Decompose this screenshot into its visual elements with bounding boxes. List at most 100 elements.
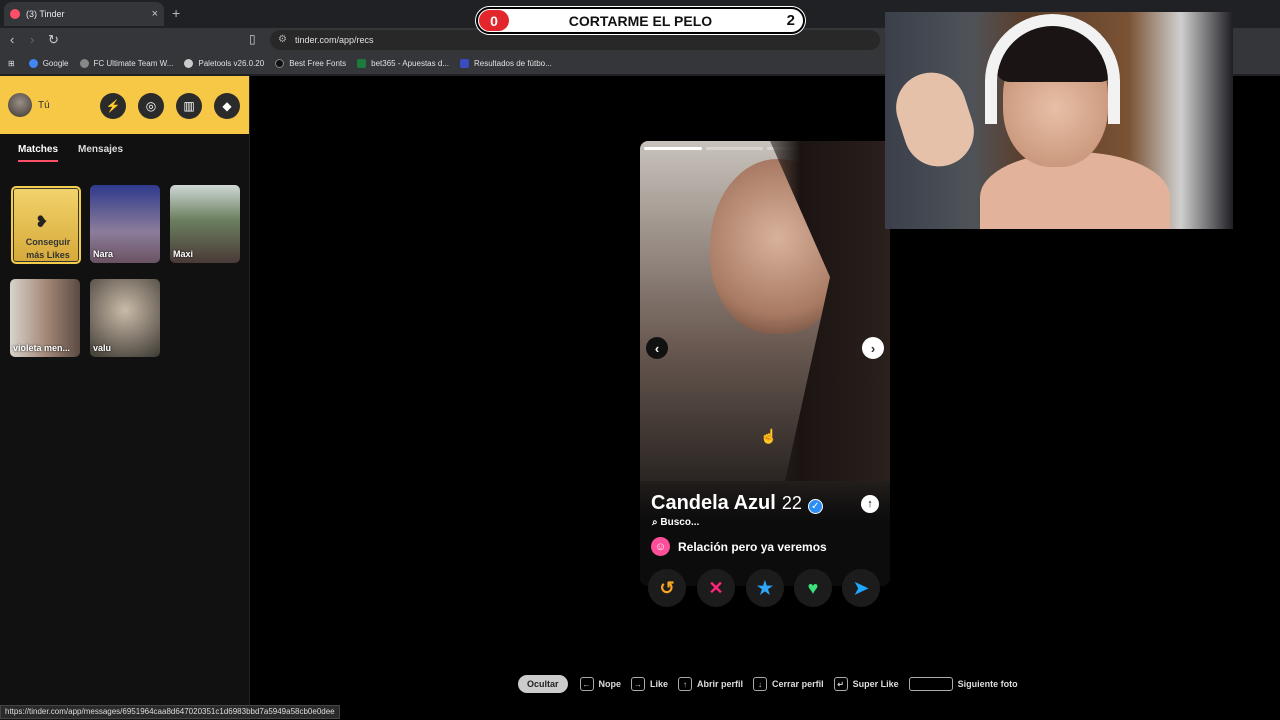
match-name: Nara: [93, 249, 114, 259]
star-icon: ★: [756, 577, 774, 598]
hint-label: Cerrar perfil: [772, 679, 824, 689]
super-like-button[interactable]: ★: [746, 569, 784, 607]
match-tile[interactable]: valu: [90, 279, 160, 357]
webcam-hand: [887, 63, 983, 176]
bookmark-label: bet365 - Apuestas d...: [371, 58, 449, 68]
photo-indicator: [644, 147, 702, 150]
hint-open-profile: ↑ Abrir perfil: [678, 677, 743, 691]
new-tab-button[interactable]: +: [172, 5, 180, 21]
tab-matches[interactable]: Matches: [18, 144, 59, 162]
match-name: violeta men...: [13, 343, 71, 353]
bet365-icon: [357, 58, 367, 68]
match-tile[interactable]: violeta men...: [10, 279, 80, 357]
looking-for-label: ⌕ Busco...: [652, 517, 699, 528]
sidebar-header: Tú ⚡ ◎ ▥ ◆: [0, 76, 249, 134]
hint-like: → Like: [631, 677, 668, 691]
hint-label: Abrir perfil: [697, 679, 744, 689]
verified-badge-icon: ✓: [807, 499, 823, 514]
bookmark-fc-ultimate[interactable]: FC Ultimate Team W...: [79, 58, 174, 68]
like-button[interactable]: ♥: [794, 569, 832, 607]
bookmark-best-free-fonts[interactable]: Best Free Fonts: [275, 58, 347, 68]
back-icon[interactable]: ‹: [10, 32, 14, 47]
bookmark-bet365[interactable]: bet365 - Apuestas d...: [357, 58, 449, 68]
forward-icon[interactable]: ›: [30, 32, 34, 47]
hint-nope: ← Nope: [579, 677, 622, 691]
header-buttons: ⚡ ◎ ▥ ◆: [100, 93, 240, 119]
hint-super-like: ↵ Super Like: [833, 677, 899, 691]
google-icon: [28, 58, 38, 68]
relationship-text: Relación pero ya veremos: [678, 539, 827, 554]
site-info-icon[interactable]: ⚙: [278, 34, 287, 45]
heart-eyes-icon: ☺: [651, 537, 670, 556]
boost-send-button[interactable]: ➤: [842, 569, 880, 607]
previous-photo-button[interactable]: ‹: [646, 337, 668, 359]
match-tile[interactable]: Nara: [90, 185, 160, 263]
briefcase-icon: ▥: [183, 99, 195, 113]
browser-tab[interactable]: (3) Tinder ×: [4, 2, 164, 26]
enter-key-icon: ↵: [833, 677, 848, 691]
hint-next-photo: Siguiente foto: [908, 677, 1018, 691]
arrow-up-icon: ↑: [867, 498, 873, 510]
space-key-icon: [908, 677, 953, 691]
avatar[interactable]: [8, 93, 32, 117]
photo-indicator: [705, 147, 763, 150]
paper-plane-icon: ➤: [853, 577, 869, 598]
tab-messages[interactable]: Mensajes: [78, 144, 123, 162]
tab-close-icon[interactable]: ×: [152, 8, 158, 20]
reload-icon[interactable]: ↻: [48, 32, 59, 48]
sidebar: Tú ⚡ ◎ ▥ ◆ Matches Mensajes ❥ Conseguir …: [0, 76, 250, 720]
left-counter: 0: [479, 10, 509, 31]
arrow-up-key-icon: ↑: [678, 677, 693, 691]
arrow-left-key-icon: ←: [579, 677, 594, 691]
hide-hints-button[interactable]: Ocultar: [518, 675, 568, 693]
bookmark-resultados[interactable]: Resultados de fútbo...: [459, 58, 552, 68]
lightning-icon: ⚡: [105, 99, 121, 113]
passport-button[interactable]: ▥: [176, 93, 202, 119]
url-text: tinder.com/app/recs: [295, 35, 374, 45]
name-line: Candela Azul 22 ✓: [651, 492, 823, 515]
mouse-cursor-icon: ☝: [760, 428, 778, 444]
get-more-likes-tile[interactable]: ❥ Conseguir más Likes: [11, 186, 81, 264]
match-tile[interactable]: Maxi: [170, 185, 240, 263]
chevron-right-icon: ›: [870, 340, 876, 356]
looking-for-text: Busco...: [660, 517, 700, 528]
hint-close-profile: ↓ Cerrar perfil: [753, 677, 824, 691]
safety-button[interactable]: ◆: [214, 93, 240, 119]
fonts-icon: [275, 58, 285, 68]
apps-grid-icon[interactable]: ⊞: [8, 59, 15, 68]
user-label[interactable]: Tú: [38, 100, 50, 111]
bookmark-label: Resultados de fútbo...: [473, 58, 552, 68]
bookmark-label: Best Free Fonts: [289, 58, 347, 68]
compass-icon: ◎: [145, 99, 157, 113]
globe-icon: [79, 58, 89, 68]
results-icon: [459, 58, 469, 68]
profile-name: Candela Azul: [651, 492, 776, 514]
heart-icon: ♥: [807, 577, 819, 598]
status-bar-url: https://tinder.com/app/messages/6951964c…: [0, 705, 340, 719]
nope-button[interactable]: ✕: [697, 569, 735, 607]
keyboard-hints: Ocultar ← Nope → Like ↑ Abrir perfil ↓ Cerra…: [518, 674, 1028, 694]
boost-button[interactable]: ⚡: [100, 93, 126, 119]
open-profile-button[interactable]: ↑: [861, 495, 879, 513]
arrow-right-key-icon: →: [631, 677, 646, 691]
rewind-button[interactable]: ↺: [648, 569, 686, 607]
next-photo-button[interactable]: ›: [862, 337, 884, 359]
hearts-icon: ❥: [35, 214, 49, 231]
action-buttons: ↺ ✕ ★ ♥ ➤: [640, 566, 890, 610]
bookmark-label: FC Ultimate Team W...: [93, 58, 174, 68]
bookmark-paletools[interactable]: Paletools v26.0.20: [184, 58, 264, 68]
profile-card[interactable]: ‹ › Candela Azul 22 ✓ ↑ ⌕ Busco... ☺ Rel…: [640, 141, 890, 586]
relationship-goal: ☺ Relación pero ya veremos: [651, 537, 827, 556]
chevron-left-icon: ‹: [654, 340, 660, 356]
tinder-favicon-icon: [10, 9, 20, 19]
explore-button[interactable]: ◎: [138, 93, 164, 119]
hint-label: Siguiente foto: [957, 679, 1018, 689]
bookmark-google[interactable]: Google: [28, 58, 69, 68]
match-name: valu: [93, 343, 112, 353]
bookmark-star-icon[interactable]: ▯: [249, 32, 256, 46]
x-icon: ✕: [708, 577, 724, 598]
headphones-icon: [985, 14, 1120, 124]
hint-label: Nope: [598, 679, 622, 689]
challenge-label: CORTARME EL PELO: [568, 12, 713, 29]
shield-icon: ◆: [222, 99, 232, 113]
